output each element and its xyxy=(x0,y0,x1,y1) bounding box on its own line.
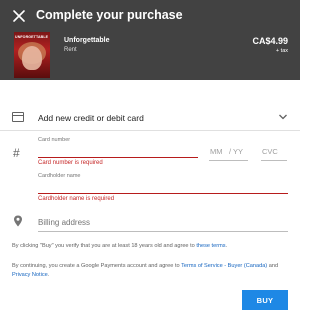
purchase-type: Rent xyxy=(64,47,77,53)
buy-button[interactable]: BUY xyxy=(242,290,288,310)
cardholder-input[interactable] xyxy=(38,180,288,194)
payment-method-selector[interactable]: Add new credit or debit card xyxy=(0,104,300,130)
cardholder-underline xyxy=(38,193,288,195)
chevron-down-icon[interactable] xyxy=(278,112,288,122)
tax-note: + tax xyxy=(275,48,288,54)
dialog-title: Complete your purchase xyxy=(36,8,183,22)
poster-title-text: UNFORGETTABLE xyxy=(15,35,49,39)
close-icon[interactable] xyxy=(12,9,26,23)
credit-card-icon xyxy=(12,112,24,122)
billing-underline xyxy=(38,231,288,232)
terms-of-service-link[interactable]: Terms of Service - Buyer (Canada) xyxy=(181,263,267,269)
card-number-error: Card number is required xyxy=(38,160,103,166)
card-number-label: Card number xyxy=(38,137,71,143)
age-terms-text: By clicking "Buy" you verify that you ar… xyxy=(12,243,228,249)
card-number-input[interactable] xyxy=(38,144,198,158)
payment-method-label: Add new credit or debit card xyxy=(38,113,144,123)
billing-address-field[interactable]: Billing address xyxy=(38,218,90,227)
cardholder-label: Cardholder name xyxy=(38,173,81,179)
hash-icon: # xyxy=(13,146,20,160)
expiry-year-input[interactable]: / YY xyxy=(229,147,243,156)
movie-title: Unforgettable xyxy=(64,37,110,44)
payments-terms-text: By continuing, you create a Google Payme… xyxy=(12,263,279,278)
these-terms-link[interactable]: these terms xyxy=(196,243,225,249)
cardholder-error: Cardholder name is required xyxy=(38,196,115,202)
privacy-notice-link[interactable]: Privacy Notice xyxy=(12,272,48,278)
purchase-header: Complete your purchase UNFORGETTABLE Unf… xyxy=(0,0,300,80)
card-number-underline xyxy=(38,157,198,159)
movie-poster: UNFORGETTABLE xyxy=(14,32,50,78)
cvc-input[interactable]: CVC xyxy=(262,147,278,156)
expiry-month-input[interactable]: MM xyxy=(210,147,223,156)
divider xyxy=(0,130,300,131)
cvc-underline xyxy=(261,160,287,161)
price: CA$4.99 xyxy=(252,36,288,46)
location-pin-icon xyxy=(14,215,22,227)
expiry-underline xyxy=(209,160,248,161)
